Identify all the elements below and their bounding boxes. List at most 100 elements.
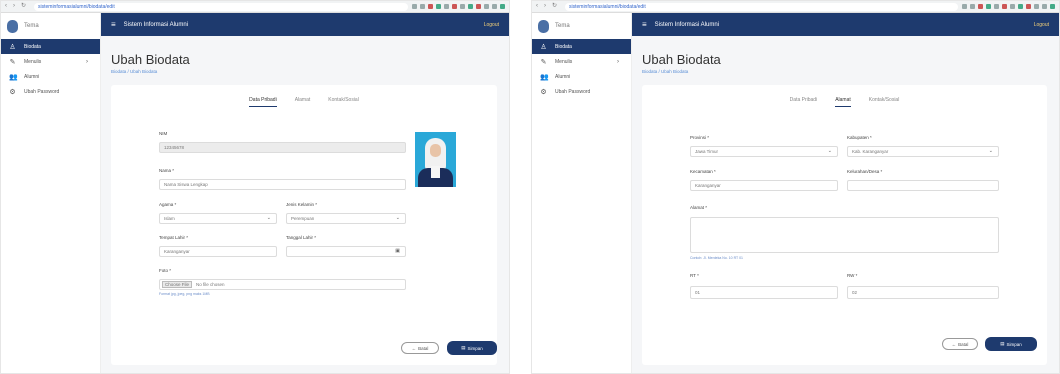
- profile-photo: [415, 132, 456, 187]
- alamat-label: Alamat *: [690, 205, 708, 210]
- address-bar[interactable]: sisteminformasialumni/biodata/edit: [565, 2, 958, 11]
- back-button[interactable]: ← Batal: [401, 342, 439, 354]
- tab-kontak[interactable]: Kontak/Sosial: [328, 97, 359, 107]
- arrow-left-icon: ←: [951, 341, 957, 347]
- sidebar-item-biodata[interactable]: ♙ Biodata: [532, 39, 631, 54]
- sidebar-item-menulis[interactable]: ✎ Menulis ›: [532, 54, 631, 69]
- chevron-down-icon: ⌄: [266, 215, 271, 221]
- back-button[interactable]: ← Batal: [942, 338, 978, 350]
- nama-field[interactable]: Nama Siswa Lengkap: [159, 179, 406, 190]
- chevron-down-icon: ⌄: [827, 148, 832, 154]
- users-icon: 👥: [9, 73, 18, 81]
- sidebar-item-alumni[interactable]: 👥 Alumni: [532, 69, 631, 84]
- users-icon: 👥: [540, 73, 549, 81]
- rw-field[interactable]: 02: [847, 286, 999, 299]
- jenis-kelamin-label: Jenis Kelamin *: [286, 202, 318, 207]
- foto-hint: Format jpg, jpeg, png maks 1MB: [159, 292, 210, 296]
- kelurahan-field[interactable]: [847, 180, 999, 191]
- gear-icon: ⚙: [540, 88, 547, 96]
- sidebar: Tema ♙ Biodata ✎ Menulis › 👥 Alumni ⚙ Ubah Pa…: [1, 13, 101, 373]
- tab-alamat[interactable]: Alamat: [835, 97, 851, 107]
- brand[interactable]: Tema: [532, 13, 631, 39]
- alamat-textarea[interactable]: [690, 217, 999, 253]
- tempat-lahir-label: Tempat Lahir *: [159, 235, 189, 240]
- sidebar-item-ubah-password[interactable]: ⚙ Ubah Password: [532, 84, 631, 99]
- topbar: ≡ Sistem Informasi Alumni Logout: [632, 13, 1059, 36]
- sidebar-item-menulis[interactable]: ✎ Menulis ›: [1, 54, 100, 69]
- kelurahan-label: Kelurahan/Desa *: [847, 169, 883, 174]
- browser-toolbar: ‹ › ↻ sisteminformasialumni/biodata/edit: [532, 1, 1059, 13]
- screenshot-left: ‹ › ↻ sisteminformasialumni/biodata/edit T…: [0, 0, 510, 374]
- pen-icon: ✎: [540, 58, 547, 66]
- foto-file-input[interactable]: Choose File No file chosen: [159, 279, 406, 290]
- foto-label: Foto *: [159, 268, 172, 273]
- menu-icon[interactable]: ≡: [111, 20, 116, 29]
- alamat-hint: Contoh: Jl. Merdeka No. 10 RT 01: [690, 256, 743, 260]
- tab-data-pribadi[interactable]: Data Pribadi: [790, 97, 818, 107]
- reload-icon[interactable]: ↻: [552, 3, 557, 9]
- kabupaten-label: Kabupaten *: [847, 135, 872, 140]
- page-title: Ubah Biodata: [111, 52, 190, 67]
- tabs: Data Pribadi Alamat Kontak/Sosial: [111, 97, 497, 107]
- breadcrumb[interactable]: Biodata / Ubah Biodata: [111, 69, 157, 74]
- sidebar-item-ubah-password[interactable]: ⚙ Ubah Password: [1, 84, 100, 99]
- chevron-down-icon: ⌄: [988, 148, 993, 154]
- save-icon: ▤: [1000, 341, 1005, 346]
- breadcrumb[interactable]: Biodata / Ubah Biodata: [642, 69, 688, 74]
- logo-icon: [7, 19, 18, 33]
- tabs: Data Pribadi Alamat Kontak/Sosial: [642, 97, 1047, 107]
- agama-select[interactable]: Islam ⌄: [159, 213, 277, 224]
- kecamatan-field[interactable]: Karanganyar: [690, 180, 838, 191]
- kabupaten-select[interactable]: Kab. Karanganyar ⌄: [847, 146, 999, 157]
- save-button[interactable]: ▤ Simpan: [447, 341, 497, 355]
- main-content: Ubah Biodata Biodata / Ubah Biodata Data…: [101, 36, 509, 373]
- screenshot-right: ‹ › ↻ sisteminformasialumni/biodata/edit T…: [531, 0, 1060, 374]
- menu-icon[interactable]: ≡: [642, 20, 647, 29]
- file-status: No file chosen: [196, 282, 225, 287]
- extension-icons: [412, 4, 509, 9]
- nim-field: 12345678: [159, 142, 406, 153]
- address-bar[interactable]: sisteminformasialumni/biodata/edit: [34, 2, 408, 11]
- main-content: Ubah Biodata Biodata / Ubah Biodata Data…: [632, 36, 1059, 373]
- form-card: Data Pribadi Alamat Kontak/Sosial NIM 12…: [111, 85, 497, 365]
- sidebar: Tema ♙ Biodata ✎ Menulis › 👥 Alumni ⚙ Ubah Pa…: [532, 13, 632, 373]
- back-icon[interactable]: ‹: [5, 3, 10, 9]
- jenis-kelamin-select[interactable]: Perempuan ⌄: [286, 213, 406, 224]
- agama-label: Agama *: [159, 202, 177, 207]
- tab-kontak[interactable]: Kontak/Sosial: [869, 97, 900, 107]
- kecamatan-label: Kecamatan *: [690, 169, 716, 174]
- sidebar-item-biodata[interactable]: ♙ Biodata: [1, 39, 100, 54]
- nama-label: Nama *: [159, 168, 175, 173]
- form-card: Data Pribadi Alamat Kontak/Sosial Provin…: [642, 85, 1047, 365]
- nim-label: NIM: [159, 131, 168, 136]
- forward-icon[interactable]: ›: [544, 3, 549, 9]
- logo-icon: [538, 19, 549, 33]
- tempat-lahir-field[interactable]: Karanganyar: [159, 246, 277, 257]
- topbar-title: Sistem Informasi Alumni: [123, 21, 189, 28]
- rw-label: RW *: [847, 273, 858, 278]
- tanggal-lahir-field[interactable]: ▣: [286, 246, 406, 257]
- extension-icons: [962, 4, 1059, 9]
- tab-data-pribadi[interactable]: Data Pribadi: [249, 97, 277, 107]
- chevron-right-icon: ›: [86, 58, 88, 65]
- tanggal-lahir-label: Tanggal Lahir *: [286, 235, 317, 240]
- rt-field[interactable]: 01: [690, 286, 838, 299]
- topbar: ≡ Sistem Informasi Alumni Logout: [101, 13, 509, 36]
- logout-button[interactable]: Logout: [1034, 22, 1049, 28]
- sidebar-item-alumni[interactable]: 👥 Alumni: [1, 69, 100, 84]
- logout-button[interactable]: Logout: [484, 22, 499, 28]
- save-button[interactable]: ▤ Simpan: [985, 337, 1037, 351]
- tab-alamat[interactable]: Alamat: [295, 97, 311, 107]
- back-icon[interactable]: ‹: [536, 3, 541, 9]
- chevron-down-icon: ⌄: [395, 215, 400, 221]
- calendar-icon[interactable]: ▣: [395, 247, 400, 256]
- provinsi-select[interactable]: Jawa Timur ⌄: [690, 146, 838, 157]
- forward-icon[interactable]: ›: [13, 3, 18, 9]
- choose-file-button[interactable]: Choose File: [162, 281, 193, 288]
- topbar-title: Sistem Informasi Alumni: [654, 21, 720, 28]
- gear-icon: ⚙: [9, 88, 16, 96]
- reload-icon[interactable]: ↻: [21, 3, 26, 9]
- brand[interactable]: Tema: [1, 13, 100, 39]
- save-icon: ▤: [461, 345, 466, 350]
- user-icon: ♙: [9, 43, 16, 51]
